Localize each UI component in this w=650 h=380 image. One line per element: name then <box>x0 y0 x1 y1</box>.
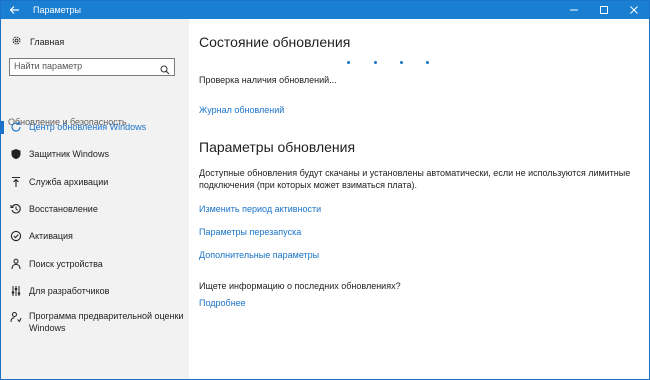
sidebar-item-developers[interactable]: Для разработчиков <box>1 282 189 300</box>
history-icon <box>10 203 22 215</box>
sidebar-item-find-device[interactable]: Поиск устройства <box>1 255 189 273</box>
active-hours-link[interactable]: Изменить период активности <box>199 204 321 214</box>
sidebar-item-activation[interactable]: Активация <box>1 227 189 245</box>
sidebar-item-insider[interactable]: Программа предварительной оценки Windows <box>1 309 189 335</box>
sidebar-item-windows-update[interactable]: Центр обновления Windows <box>1 118 189 136</box>
window-title: Параметры <box>33 5 81 15</box>
sidebar-item-recovery[interactable]: Восстановление <box>1 200 189 218</box>
sidebar-item-label: Служба архивации <box>29 177 109 187</box>
sidebar-item-label: Центр обновления Windows <box>29 122 147 132</box>
sliders-icon <box>10 285 22 297</box>
progress-dots <box>347 61 437 65</box>
main-content: Состояние обновления Проверка наличия об… <box>189 19 649 379</box>
minimize-button[interactable] <box>559 1 589 19</box>
insider-icon <box>10 311 22 323</box>
close-button[interactable] <box>619 1 649 19</box>
sidebar-item-defender[interactable]: Защитник Windows <box>1 145 189 163</box>
title-bar: Параметры <box>1 1 649 19</box>
search-icon[interactable] <box>160 62 170 75</box>
settings-description-line-1: Доступные обновления будут скачаны и уст… <box>199 168 631 178</box>
sidebar: Главная Обновление и безопасность Центр … <box>1 19 189 379</box>
gear-icon <box>11 35 22 48</box>
maximize-button[interactable] <box>589 1 619 19</box>
sidebar-item-label: Поиск устройства <box>29 259 103 269</box>
home-label: Главная <box>30 36 65 47</box>
latest-updates-question: Ищете информацию о последних обновлениях… <box>199 281 401 291</box>
back-arrow-icon[interactable] <box>9 3 21 17</box>
sidebar-item-label: Восстановление <box>29 204 98 214</box>
sidebar-item-backup[interactable]: Служба архивации <box>1 173 189 191</box>
sidebar-item-label: Программа предварительной оценки Windows <box>29 311 184 333</box>
restart-options-link[interactable]: Параметры перезапуска <box>199 227 301 237</box>
update-status-title: Состояние обновления <box>199 34 351 50</box>
shield-icon <box>10 148 22 160</box>
search-input[interactable] <box>14 61 144 71</box>
home-link[interactable]: Главная <box>11 35 64 48</box>
checkmark-circle-icon <box>10 230 22 242</box>
settings-window: Параметры Главная Обновление и безопасно… <box>0 0 650 380</box>
person-pin-icon <box>10 258 22 270</box>
sidebar-item-label: Защитник Windows <box>29 149 109 159</box>
update-settings-title: Параметры обновления <box>199 139 356 155</box>
sidebar-item-label: Активация <box>29 231 73 241</box>
update-history-link[interactable]: Журнал обновлений <box>199 105 284 115</box>
upload-icon <box>10 176 22 188</box>
sidebar-item-label: Для разработчиков <box>29 286 110 296</box>
advanced-options-link[interactable]: Дополнительные параметры <box>199 250 319 260</box>
learn-more-link[interactable]: Подробнее <box>199 298 246 308</box>
search-box[interactable] <box>9 58 175 76</box>
checking-status-text: Проверка наличия обновлений... <box>199 75 337 85</box>
refresh-icon <box>10 121 22 133</box>
settings-description-line-2: подключения (при которых может взиматься… <box>199 180 418 190</box>
